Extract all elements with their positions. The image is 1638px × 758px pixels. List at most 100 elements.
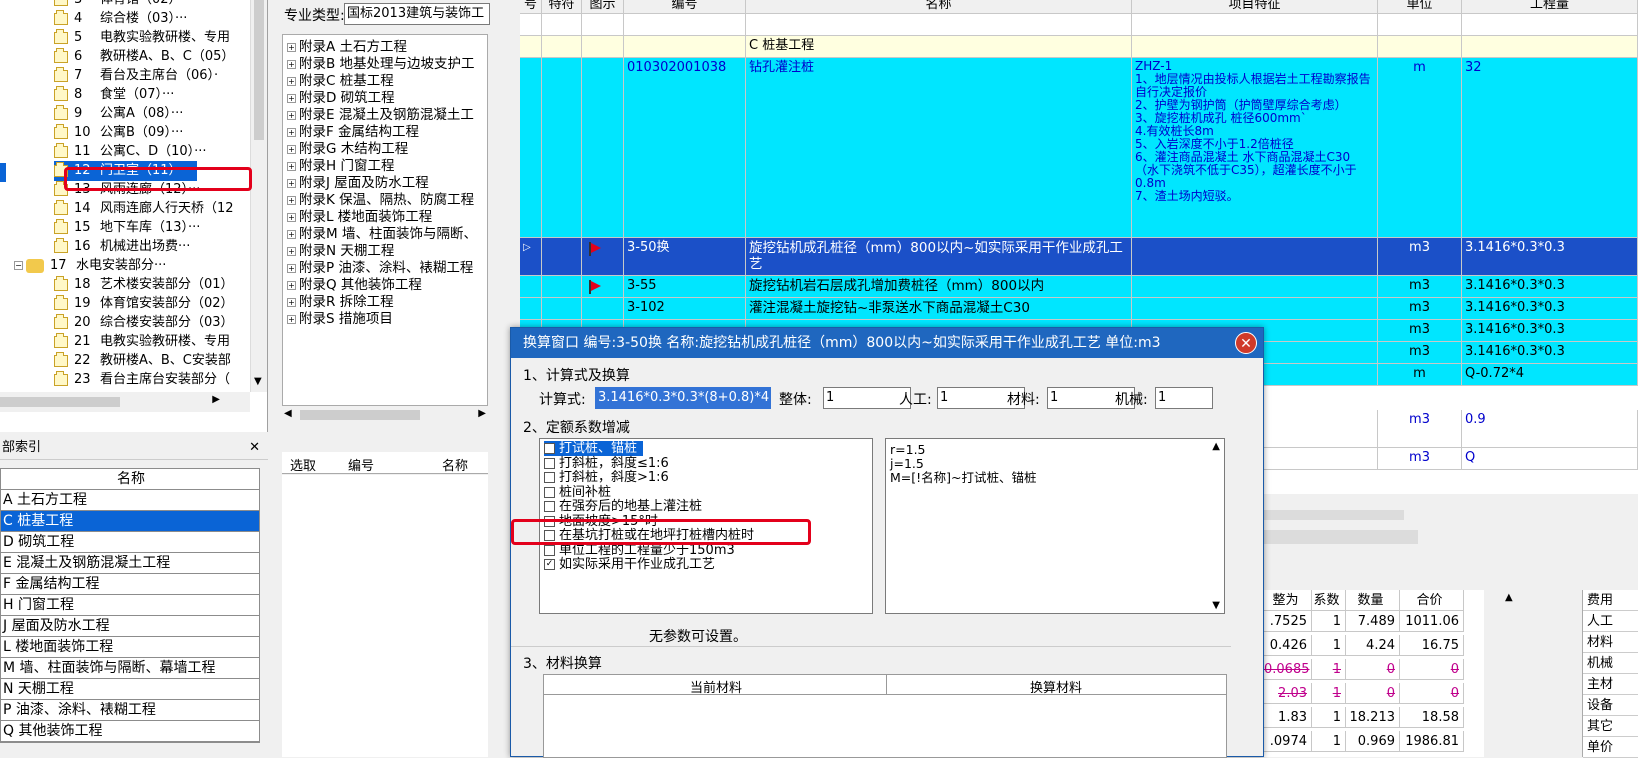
appendix-item[interactable]: + 附录M 墙、柱面装饰与隔断、 [287, 226, 477, 243]
coef-option[interactable]: 桩间补桩 [544, 485, 611, 500]
grid-cell[interactable] [582, 58, 624, 238]
expand-icon[interactable]: + [287, 110, 296, 120]
fee-item[interactable]: 其它 [1583, 716, 1638, 737]
tree-item[interactable]: 16 机械进出场费··· [54, 237, 190, 257]
tree-item[interactable]: 8 食堂（07）··· [54, 85, 174, 105]
checkbox-icon[interactable] [544, 501, 555, 512]
grid-cell[interactable] [624, 36, 746, 58]
resource-cell[interactable]: 0 [1346, 659, 1400, 680]
scroll-down-icon[interactable]: ▼ [254, 376, 262, 387]
grid-cell[interactable] [1378, 36, 1462, 58]
resource-cell[interactable]: 18.213 [1346, 707, 1400, 728]
tree-hscroll-thumb[interactable] [0, 397, 120, 407]
fee-item[interactable]: 主材 [1583, 674, 1638, 695]
grid-cell[interactable] [746, 14, 1132, 36]
calc-input[interactable]: 3.1416*0.3*0.3*(8+0.8)*4 [595, 387, 771, 409]
expand-icon[interactable]: + [287, 246, 296, 256]
grid-cell[interactable] [520, 14, 542, 36]
tree-item[interactable]: 23 看台主席台安装部分（ [54, 370, 230, 390]
expand-icon[interactable]: + [287, 42, 296, 52]
coef-option[interactable]: 在强夯后的地基上灌注桩 [544, 499, 702, 514]
resource-cell[interactable]: 1 [1312, 659, 1346, 680]
grid-header[interactable]: 图示 [582, 0, 624, 14]
appendix-item[interactable]: + 附录Q 其他装饰工程 [287, 277, 422, 294]
grid-header[interactable]: 特符 [542, 0, 582, 14]
index-row[interactable]: L 楼地面装饰工程 [1, 637, 259, 658]
checkbox-icon[interactable] [544, 486, 555, 498]
scroll-left-icon[interactable]: ◀ [284, 408, 292, 419]
resource-col-header[interactable]: 数量 [1346, 590, 1400, 611]
scroll-up-icon[interactable]: ▲ [1212, 441, 1220, 452]
main-item-qty[interactable]: 32 [1462, 58, 1638, 238]
formula-box[interactable]: r=1.5 j=1.5 M=[!名称]~打试桩、锚桩 ▲ ▼ [885, 438, 1225, 614]
checkbox-icon[interactable] [544, 472, 555, 483]
quota-unit[interactable]: m3 [1378, 320, 1462, 342]
fee-item[interactable]: 设备 [1583, 695, 1638, 716]
checkbox-icon[interactable] [544, 544, 555, 556]
close-icon[interactable]: ✕ [249, 436, 260, 460]
coef-option[interactable]: 打试桩、锚桩 [544, 441, 644, 456]
resource-cell[interactable]: 2.03 [1264, 683, 1312, 704]
grid-cell[interactable] [520, 36, 542, 58]
scroll-right-icon[interactable]: ▶ [478, 408, 486, 419]
scroll-down-icon[interactable]: ▼ [1212, 600, 1220, 611]
resource-cell[interactable]: 4.24 [1346, 635, 1400, 656]
appendix-item[interactable]: + 附录H 门窗工程 [287, 158, 394, 175]
tree-item[interactable]: 15 地下车库（13）··· [54, 218, 200, 238]
row-pointer-icon[interactable]: ▷ [520, 238, 542, 276]
expand-icon[interactable]: + [287, 59, 296, 69]
appendix-item[interactable]: + 附录J 屋面及防水工程 [287, 175, 429, 192]
index-row[interactable]: M 墙、柱面装饰与隔断、幕墙工程 [1, 658, 259, 679]
grid-cell[interactable] [624, 14, 746, 36]
quota-name[interactable]: 灌注混凝土旋挖钻~非泵送水下商品混凝土C30 [746, 298, 1132, 320]
collapse-icon[interactable]: − [14, 261, 23, 270]
grid-cell[interactable] [542, 36, 582, 58]
grid-header[interactable]: 项目特征 [1132, 0, 1378, 14]
machine-input[interactable]: 1 [1155, 387, 1213, 409]
index-row[interactable]: A 土石方工程 [1, 490, 259, 511]
type-select[interactable]: 国标2013建筑与装饰工 [344, 3, 490, 25]
grid-header[interactable]: 号 [520, 0, 542, 14]
index-row[interactable]: J 屋面及防水工程 [1, 616, 259, 637]
resource-cell[interactable]: .7525 [1264, 611, 1312, 632]
dialog-close-button[interactable]: ✕ [1235, 332, 1257, 354]
grid-cell[interactable] [1132, 14, 1378, 36]
main-item-feature[interactable]: ZHZ-1 1、地层情况由投标人根据岩土工程勘察报告自行决定报价 2、护壁为钢护… [1132, 58, 1378, 238]
grid-cell[interactable] [1462, 36, 1638, 58]
expand-icon[interactable]: + [287, 297, 296, 307]
tree-item[interactable]: 7 看台及主席台（06）· [54, 66, 218, 86]
grid-cell[interactable] [542, 298, 582, 320]
quota-unit[interactable]: m3 [1378, 276, 1462, 298]
tree-item[interactable]: 22 教研楼A、B、C安装部 [54, 351, 231, 371]
grid-cell[interactable] [582, 14, 624, 36]
tree-item[interactable]: 11 公寓C、D（10）··· [54, 142, 207, 162]
quota-qty[interactable]: Q [1462, 448, 1638, 470]
fee-item[interactable]: 机械 [1583, 653, 1638, 674]
fee-item[interactable]: 材料 [1583, 632, 1638, 653]
tree-item[interactable]: 18 艺术楼安装部分（01） [54, 275, 234, 295]
tree-item[interactable]: 20 综合楼安装部分（03） [54, 313, 234, 333]
quota-qty[interactable]: Q-0.72*4 [1462, 364, 1638, 386]
quota-qty[interactable]: 3.1416*0.3*0.3 [1462, 342, 1638, 364]
index-row[interactable]: F 金属结构工程 [1, 574, 259, 595]
tree-vscroll-thumb[interactable] [254, 0, 264, 140]
checkbox-checked-icon[interactable]: ✓ [544, 559, 555, 570]
main-item-unit[interactable]: m [1378, 58, 1462, 238]
scroll-up-icon[interactable]: ▲ [1505, 592, 1513, 603]
expand-icon[interactable]: + [287, 229, 296, 239]
tree-item[interactable]: 5 电教实验教研楼、专用 [54, 28, 230, 48]
quota-code[interactable]: 3-102 [624, 298, 746, 320]
grid-header[interactable]: 编号 [624, 0, 746, 14]
tree-item[interactable]: 9 公寓A（08）··· [54, 104, 183, 124]
resource-cell[interactable]: 0 [1400, 659, 1464, 680]
resource-cell[interactable]: 0 [1400, 683, 1464, 704]
tree-item[interactable]: 6 教研楼A、B、C（05） [54, 47, 234, 67]
expand-icon[interactable]: + [287, 314, 296, 324]
grid-header[interactable]: 名称 [746, 0, 1132, 14]
resource-cell[interactable]: 7.489 [1346, 611, 1400, 632]
whole-input[interactable]: 1 [823, 387, 911, 409]
tree-item[interactable]: 19 体育馆安装部分（02） [54, 294, 234, 314]
grid-cell[interactable] [542, 14, 582, 36]
resource-cell[interactable]: 0.0685 [1264, 659, 1312, 680]
coef-option[interactable]: 打斜桩，斜度≤1:6 [544, 456, 669, 471]
